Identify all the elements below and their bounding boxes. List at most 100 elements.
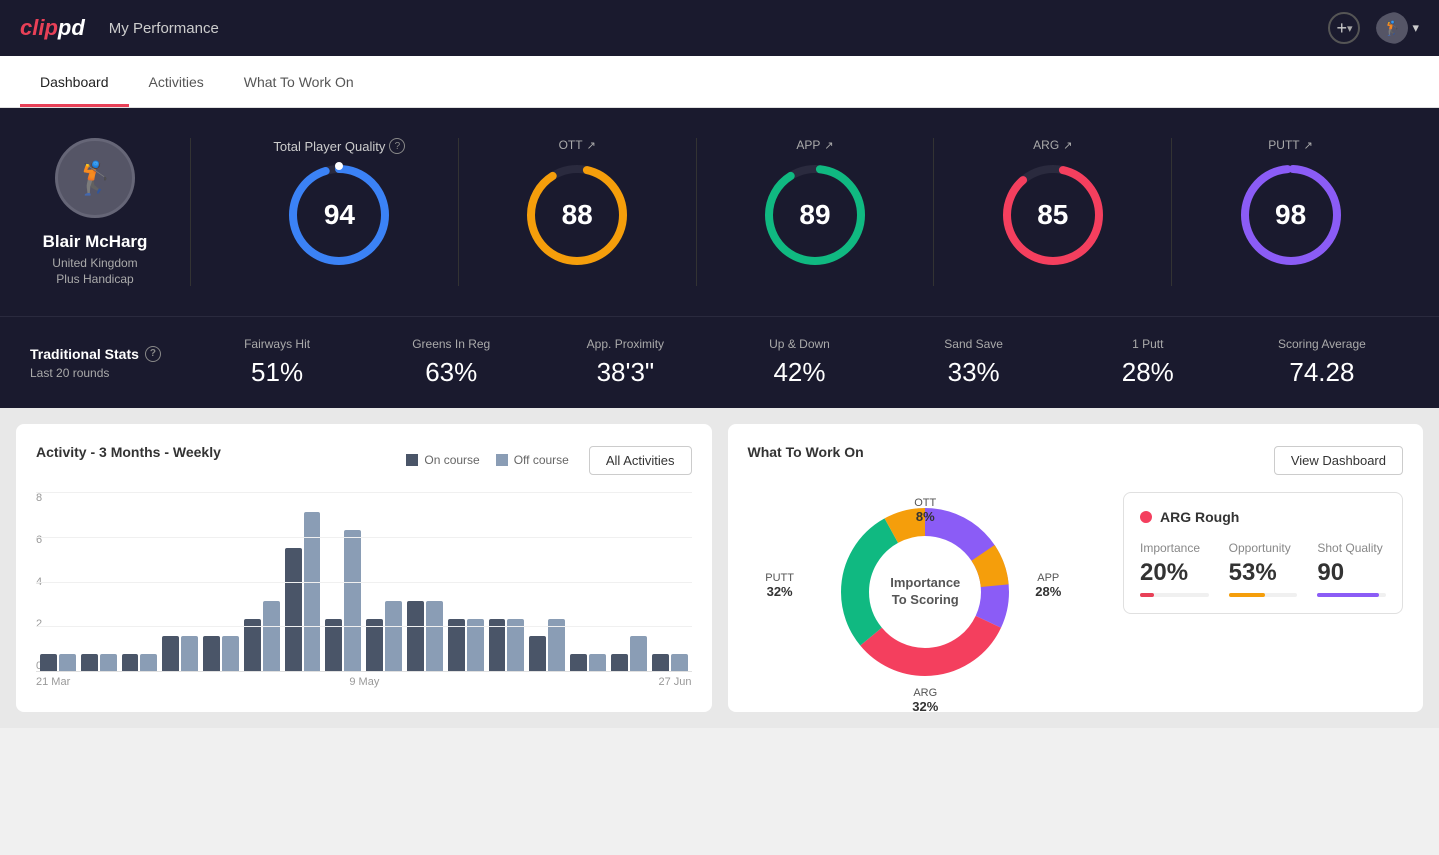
app-arrow: ↗ xyxy=(824,139,833,152)
putt-circle: 98 xyxy=(1236,160,1346,270)
stat-fairways: Fairways Hit 51% xyxy=(190,337,364,388)
wtwo-content: ImportanceTo Scoring OTT 8% APP 28% xyxy=(748,492,1404,692)
quality-label: Total Player Quality ? xyxy=(273,138,405,154)
bar-group-2 xyxy=(122,654,158,672)
arg-score: 85 xyxy=(1037,199,1068,231)
total-score: 94 xyxy=(324,199,355,231)
arg-label: ARG ↗ xyxy=(1033,138,1072,152)
bar-oncourse xyxy=(529,636,546,672)
bar-oncourse xyxy=(407,601,424,672)
bar-group-6 xyxy=(285,512,321,672)
what-to-work-on-panel: What To Work On View Dashboard xyxy=(728,424,1424,712)
stat-proximity: App. Proximity 38'3" xyxy=(538,337,712,388)
bar-offcourse xyxy=(630,636,647,672)
detail-shot-quality: Shot Quality 90 xyxy=(1317,541,1386,597)
bar-offcourse xyxy=(140,654,157,672)
app-circle: 89 xyxy=(760,160,870,270)
score-total: Total Player Quality ? 94 xyxy=(221,138,459,286)
offcourse-dot xyxy=(496,454,508,466)
score-putt: PUTT ↗ 98 xyxy=(1172,138,1409,286)
tab-activities[interactable]: Activities xyxy=(129,56,224,107)
bar-offcourse xyxy=(507,619,524,672)
activity-chart: 8 6 4 2 0 xyxy=(36,492,692,692)
app-header: clippd My Performance + ▾ 🏌 ▾ xyxy=(0,0,1439,56)
shot-quality-fill xyxy=(1317,593,1379,597)
page-title: My Performance xyxy=(109,20,219,37)
bar-oncourse xyxy=(40,654,57,672)
bar-oncourse xyxy=(285,548,302,672)
traditional-stats: Traditional Stats ? Last 20 rounds Fairw… xyxy=(0,316,1439,408)
bar-group-9 xyxy=(407,601,443,672)
donut-label-putt: PUTT 32% xyxy=(765,572,794,599)
add-button[interactable]: + ▾ xyxy=(1328,12,1360,44)
nav-tabs: Dashboard Activities What To Work On xyxy=(0,56,1439,108)
header-actions: + ▾ 🏌 ▾ xyxy=(1328,12,1419,44)
user-avatar-button[interactable]: 🏌 ▾ xyxy=(1376,12,1419,44)
bar-offcourse xyxy=(181,636,198,672)
help-icon[interactable]: ? xyxy=(389,138,405,154)
trad-help-icon[interactable]: ? xyxy=(145,346,161,362)
putt-score: 98 xyxy=(1275,199,1306,231)
view-dashboard-button[interactable]: View Dashboard xyxy=(1274,446,1403,475)
chart-title: Activity - 3 Months - Weekly xyxy=(36,444,221,460)
bar-group-7 xyxy=(325,530,361,672)
hero-section: 🏌 Blair McHarg United Kingdom Plus Handi… xyxy=(0,108,1439,316)
donut-label-ott: OTT 8% xyxy=(914,497,936,524)
bar-offcourse xyxy=(671,654,688,672)
bar-oncourse xyxy=(652,654,669,672)
bar-offcourse xyxy=(548,619,565,672)
bar-oncourse xyxy=(325,619,342,672)
app-logo: clippd xyxy=(20,15,85,41)
x-label-2: 9 May xyxy=(349,676,379,688)
bar-group-5 xyxy=(244,601,280,672)
bar-offcourse xyxy=(385,601,402,672)
activity-panel: Activity - 3 Months - Weekly On course O… xyxy=(16,424,712,712)
bar-offcourse xyxy=(589,654,606,672)
arg-arrow: ↗ xyxy=(1063,139,1072,152)
bar-oncourse xyxy=(448,619,465,672)
bar-oncourse xyxy=(489,619,506,672)
app-score: 89 xyxy=(799,199,830,231)
avatar: 🏌 xyxy=(1376,12,1408,44)
bar-group-11 xyxy=(489,619,525,672)
detail-card-header: ARG Rough xyxy=(1140,509,1386,525)
stat-sandsave: Sand Save 33% xyxy=(887,337,1061,388)
plus-icon: + xyxy=(1336,18,1347,39)
bar-group-0 xyxy=(40,654,76,672)
importance-bar xyxy=(1140,593,1209,597)
bar-offcourse xyxy=(304,512,321,672)
player-handicap: Plus Handicap xyxy=(56,272,133,286)
tab-what-to-work-on[interactable]: What To Work On xyxy=(224,56,374,107)
stat-1putt: 1 Putt 28% xyxy=(1061,337,1235,388)
bar-offcourse xyxy=(263,601,280,672)
detail-importance: Importance 20% xyxy=(1140,541,1209,597)
player-name: Blair McHarg xyxy=(43,232,148,252)
bar-group-15 xyxy=(652,654,688,672)
donut-chart-area: ImportanceTo Scoring OTT 8% APP 28% xyxy=(748,492,1104,692)
x-label-1: 21 Mar xyxy=(36,676,70,688)
bar-offcourse xyxy=(426,601,443,672)
chart-legend: On course Off course xyxy=(406,453,569,467)
wtwo-header: What To Work On View Dashboard xyxy=(748,444,1404,476)
putt-arrow: ↗ xyxy=(1304,139,1313,152)
bar-offcourse xyxy=(59,654,76,672)
wtwo-title: What To Work On xyxy=(748,444,864,460)
bar-oncourse xyxy=(203,636,220,672)
trad-stats-label: Traditional Stats ? Last 20 rounds xyxy=(30,346,190,380)
bar-offcourse xyxy=(100,654,117,672)
bar-group-4 xyxy=(203,636,239,672)
bottom-panels: Activity - 3 Months - Weekly On course O… xyxy=(0,408,1439,728)
ott-score: 88 xyxy=(562,199,593,231)
bar-oncourse xyxy=(244,619,261,672)
detail-metrics: Importance 20% Opportunity 53% xyxy=(1140,541,1386,597)
bar-offcourse xyxy=(467,619,484,672)
detail-color-dot xyxy=(1140,511,1152,523)
all-activities-button[interactable]: All Activities xyxy=(589,446,692,475)
score-app: APP ↗ 89 xyxy=(697,138,935,286)
x-label-3: 27 Jun xyxy=(658,676,691,688)
bar-group-3 xyxy=(162,636,198,672)
donut-center: ImportanceTo Scoring xyxy=(890,575,960,609)
bar-oncourse xyxy=(122,654,139,672)
bar-group-1 xyxy=(81,654,117,672)
tab-dashboard[interactable]: Dashboard xyxy=(20,56,129,107)
